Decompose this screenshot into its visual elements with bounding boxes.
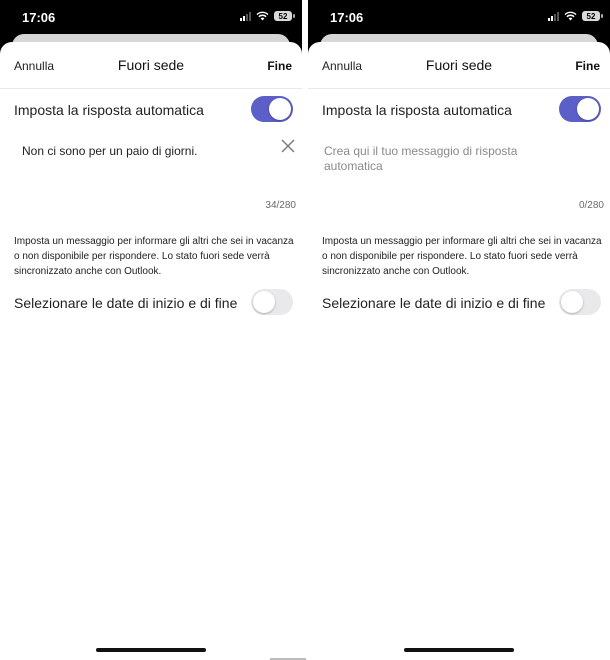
info-text: Imposta un messaggio per informare gli a… bbox=[322, 236, 602, 277]
close-icon[interactable] bbox=[280, 138, 296, 154]
status-icons: 52 bbox=[548, 11, 603, 21]
battery-icon: 52 bbox=[274, 11, 295, 21]
wifi-icon bbox=[564, 11, 577, 21]
battery-level: 52 bbox=[278, 11, 288, 21]
dates-toggle[interactable] bbox=[251, 289, 293, 315]
dates-label: Selezionare le date di inizio e di fine bbox=[14, 295, 238, 311]
auto-reply-toggle[interactable] bbox=[559, 96, 601, 122]
toggle-knob bbox=[269, 98, 291, 120]
status-time: 17:06 bbox=[22, 10, 56, 25]
phone-screen-filled: 17:06 52 Annulla Fuori sede Fine Imposta… bbox=[0, 0, 302, 660]
cellular-signal-icon bbox=[240, 11, 251, 21]
out-of-office-sheet: Annulla Fuori sede Fine Imposta la rispo… bbox=[0, 42, 302, 660]
dates-label: Selezionare le date di inizio e di fine bbox=[322, 295, 546, 311]
auto-reply-label: Imposta la risposta automatica bbox=[14, 102, 204, 118]
auto-reply-message-input[interactable]: Non ci sono per un paio di giorni. bbox=[22, 144, 252, 159]
cancel-button[interactable]: Annulla bbox=[322, 59, 362, 73]
done-button[interactable]: Fine bbox=[267, 59, 292, 73]
toggle-knob bbox=[561, 291, 583, 313]
auto-reply-message-input[interactable]: Crea qui il tuo messaggio di risposta au… bbox=[324, 144, 554, 174]
wifi-icon bbox=[256, 11, 269, 21]
phone-screen-empty: 17:06 52 Annulla Fuori sede Fine Imposta… bbox=[308, 0, 610, 660]
toggle-knob bbox=[577, 98, 599, 120]
done-button[interactable]: Fine bbox=[575, 59, 600, 73]
nav-bar: Annulla Fuori sede Fine bbox=[0, 42, 302, 89]
home-indicator bbox=[96, 648, 206, 652]
auto-reply-toggle[interactable] bbox=[251, 96, 293, 122]
cellular-signal-icon bbox=[548, 11, 559, 21]
battery-icon: 52 bbox=[582, 11, 603, 21]
battery-level: 52 bbox=[586, 11, 596, 21]
toggle-knob bbox=[253, 291, 275, 313]
status-icons: 52 bbox=[240, 11, 295, 21]
dates-toggle[interactable] bbox=[559, 289, 601, 315]
auto-reply-label: Imposta la risposta automatica bbox=[322, 102, 512, 118]
cancel-button[interactable]: Annulla bbox=[14, 59, 54, 73]
status-time: 17:06 bbox=[330, 10, 364, 25]
info-text: Imposta un messaggio per informare gli a… bbox=[14, 236, 294, 277]
home-indicator bbox=[404, 648, 514, 652]
character-counter: 0/280 bbox=[578, 200, 604, 211]
character-counter: 34/280 bbox=[265, 200, 296, 211]
status-bar: 17:06 52 bbox=[308, 0, 610, 34]
nav-bar: Annulla Fuori sede Fine bbox=[308, 42, 610, 89]
out-of-office-sheet: Annulla Fuori sede Fine Imposta la rispo… bbox=[308, 42, 610, 660]
status-bar: 17:06 52 bbox=[0, 0, 302, 34]
